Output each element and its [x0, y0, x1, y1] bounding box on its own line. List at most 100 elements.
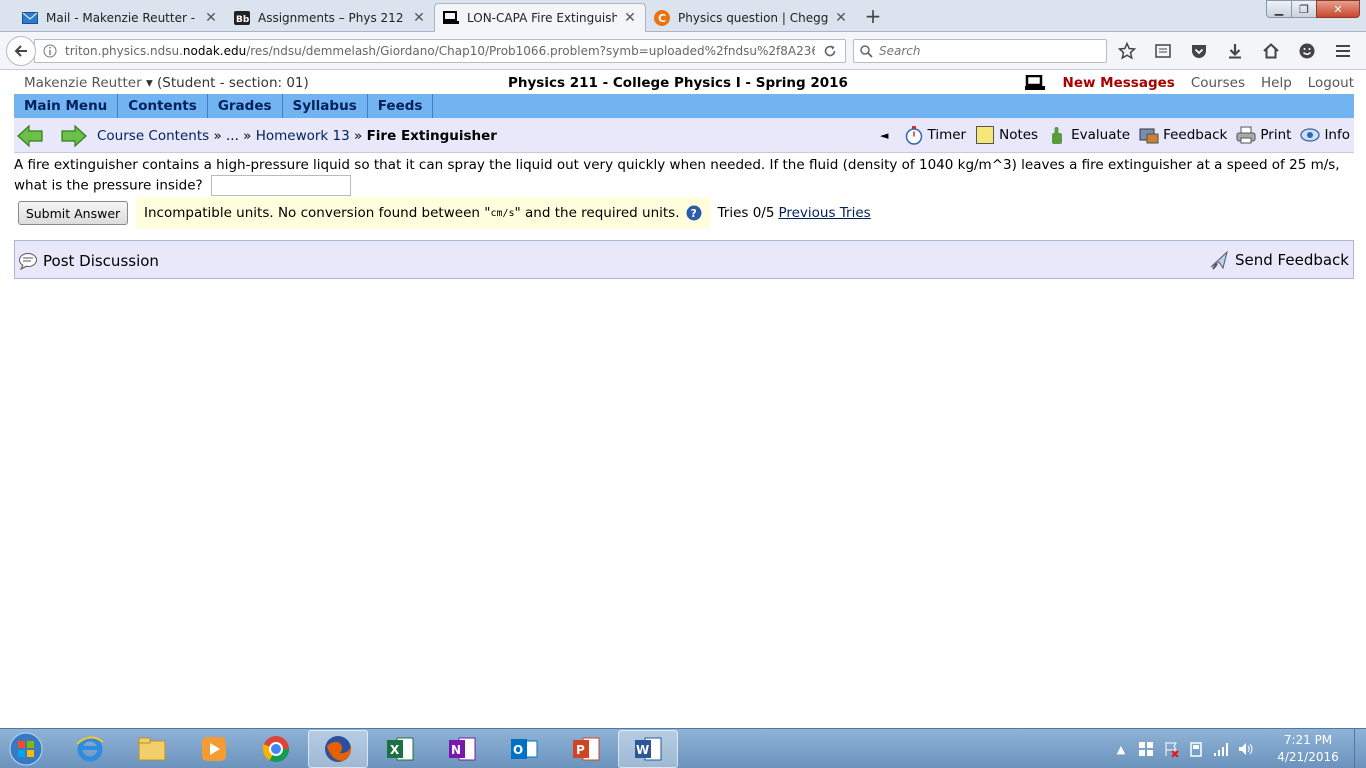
excel-icon[interactable]: X [370, 730, 430, 768]
breadcrumb-current: Fire Extinguisher [366, 128, 497, 144]
hello-chat-icon[interactable] [1296, 40, 1318, 62]
breadcrumb-course-contents[interactable]: Course Contents [97, 128, 209, 144]
print-tool[interactable]: Print [1236, 125, 1291, 145]
reading-list-icon[interactable] [1152, 40, 1174, 62]
send-feedback-icon [1209, 249, 1231, 271]
taskbar-clock[interactable]: 7:21 PM 4/21/2016 [1262, 732, 1354, 766]
svg-text:X: X [390, 743, 400, 757]
notes-tool[interactable]: Notes [975, 125, 1038, 145]
chrome-icon[interactable] [246, 730, 306, 768]
search-input[interactable] [879, 44, 1099, 58]
previous-tries-link[interactable]: Previous Tries [778, 205, 870, 221]
discussion-bar: Post Discussion Send Feedback [14, 240, 1354, 279]
post-discussion-button[interactable]: Post Discussion [17, 250, 159, 272]
search-icon [860, 44, 873, 58]
menu-main-menu[interactable]: Main Menu [14, 94, 119, 118]
close-icon[interactable]: ✕ [412, 10, 426, 26]
menu-feeds[interactable]: Feeds [368, 94, 434, 118]
send-feedback-button[interactable]: Send Feedback [1209, 249, 1349, 271]
maximize-button[interactable]: ❐ [1291, 0, 1317, 18]
feedback-icon [1139, 125, 1159, 145]
network-signal-icon[interactable] [1212, 740, 1230, 758]
word-icon[interactable]: W [618, 730, 678, 768]
menu-grades[interactable]: Grades [208, 94, 283, 118]
help-link[interactable]: Help [1261, 75, 1292, 91]
close-window-button[interactable]: ✕ [1316, 0, 1360, 18]
course-title: Physics 211 - College Physics I - Spring… [508, 75, 848, 91]
hamburger-menu-icon[interactable] [1332, 40, 1354, 62]
info-eye-icon [1300, 125, 1321, 145]
minimize-button[interactable]: ▁ [1266, 0, 1292, 18]
windows-taskbar: X N O P W ▲ 7:21 PM 4/21/2016 [0, 728, 1366, 768]
onenote-icon[interactable]: N [432, 730, 492, 768]
svg-text:C: C [658, 12, 666, 25]
previous-arrow-icon[interactable] [16, 124, 44, 148]
action-center-icon[interactable] [1162, 740, 1180, 758]
start-button[interactable] [5, 730, 47, 768]
window-controls: ▁ ❐ ✕ [1266, 0, 1360, 18]
help-icon[interactable]: ? [686, 205, 702, 221]
info-icon[interactable] [39, 44, 61, 58]
toolbar-icons [1116, 40, 1366, 62]
new-messages-link[interactable]: New Messages [1063, 75, 1175, 91]
media-player-icon[interactable] [184, 730, 244, 768]
stopwatch-icon [904, 125, 924, 145]
printer-icon [1236, 125, 1256, 145]
header-links: New Messages Courses Help Logout [1024, 75, 1354, 91]
new-tab-button[interactable]: + [862, 5, 884, 27]
search-bar[interactable] [853, 39, 1107, 63]
info-tool[interactable]: Info [1300, 125, 1350, 145]
file-explorer-icon[interactable] [122, 730, 182, 768]
timer-tool[interactable]: Timer [904, 125, 966, 145]
internet-explorer-icon[interactable] [60, 730, 120, 768]
breadcrumb-homework[interactable]: Homework 13 [256, 128, 350, 144]
feedback-tool[interactable]: Feedback [1139, 125, 1227, 145]
back-button[interactable] [6, 36, 36, 66]
answer-input[interactable] [211, 175, 352, 196]
pocket-icon[interactable] [1188, 40, 1210, 62]
user-menu[interactable]: Makenzie Reutter ▾ (Student - section: 0… [24, 75, 309, 91]
menu-syllabus[interactable]: Syllabus [283, 94, 368, 118]
evaluate-tool[interactable]: Evaluate [1047, 125, 1130, 145]
tools-bar: ◄ Timer Notes Evaluate Feedback Print In… [880, 125, 1350, 145]
next-arrow-icon[interactable] [60, 124, 88, 148]
tab-assignments[interactable]: Bb Assignments – Phys 212 - ... ✕ [226, 3, 434, 32]
reload-icon[interactable] [815, 44, 845, 58]
menu-contents[interactable]: Contents [118, 94, 208, 118]
browser-tab-strip: Mail - Makenzie Reutter - ... ✕ Bb Assig… [0, 0, 1366, 32]
close-icon[interactable]: ✕ [834, 10, 848, 26]
blackboard-icon: Bb [234, 10, 250, 25]
device-icon[interactable] [1187, 740, 1205, 758]
tab-loncapa[interactable]: LON-CAPA Fire Extinguisher ✕ [434, 3, 646, 32]
svg-text:O: O [513, 743, 523, 757]
messages-icon[interactable] [1024, 75, 1045, 91]
outlook-icon[interactable]: O [494, 730, 554, 768]
home-icon[interactable] [1260, 40, 1282, 62]
navigation-bar: triton.physics.ndsu.nodak.edu/res/ndsu/d… [0, 32, 1366, 70]
thumbs-up-icon [1047, 125, 1067, 145]
problem-text: A fire extinguisher contains a high-pres… [14, 155, 1344, 196]
firefox-icon[interactable] [308, 730, 368, 768]
submit-answer-button[interactable]: Submit Answer [18, 201, 128, 225]
courses-link[interactable]: Courses [1191, 75, 1245, 91]
breadcrumb: Course Contents » ... » Homework 13 » Fi… [97, 128, 497, 144]
close-icon[interactable]: ✕ [204, 10, 218, 26]
tab-chegg[interactable]: C Physics question | Chegg.c... ✕ [646, 3, 856, 32]
url-bar[interactable]: triton.physics.ndsu.nodak.edu/res/ndsu/d… [34, 39, 846, 63]
svg-text:P: P [576, 743, 585, 757]
powerpoint-icon[interactable]: P [556, 730, 616, 768]
tab-mail[interactable]: Mail - Makenzie Reutter - ... ✕ [14, 3, 226, 32]
volume-icon[interactable] [1237, 740, 1255, 758]
windows-flag-icon[interactable] [1137, 740, 1155, 758]
bookmark-star-icon[interactable] [1116, 40, 1138, 62]
tray-expand-icon[interactable]: ▲ [1112, 740, 1130, 758]
discussion-bubble-icon [17, 250, 39, 272]
taskbar-apps: X N O P W [60, 730, 680, 768]
breadcrumb-bar: Course Contents » ... » Homework 13 » Fi… [14, 118, 1354, 153]
collapse-tools-icon[interactable]: ◄ [880, 129, 888, 142]
show-desktop-button[interactable] [1354, 729, 1366, 768]
close-icon[interactable]: ✕ [623, 10, 637, 26]
download-icon[interactable] [1224, 40, 1246, 62]
logout-link[interactable]: Logout [1308, 75, 1354, 91]
feedback-message: Incompatible units. No conversion found … [136, 197, 710, 229]
